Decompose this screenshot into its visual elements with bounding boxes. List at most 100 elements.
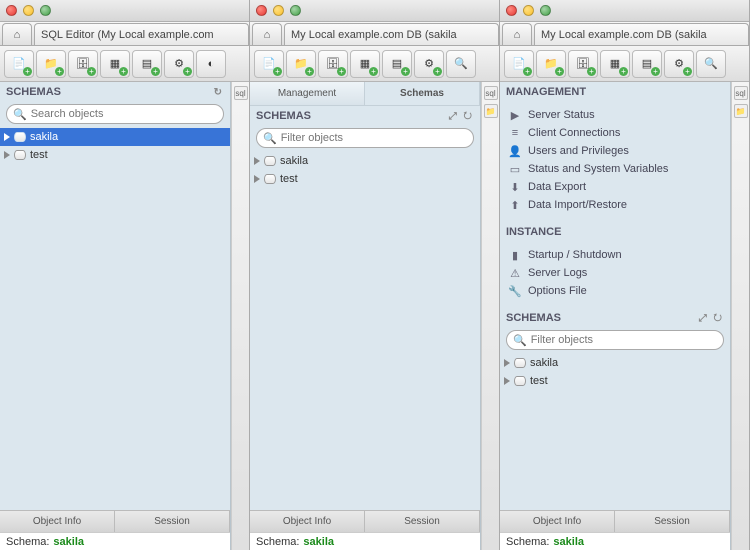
search-field[interactable]: 🔍 — [256, 128, 474, 148]
bottom-tabs: Object Info Session — [0, 510, 230, 532]
home-tab[interactable]: ⌂ — [502, 23, 532, 45]
new-schema-button[interactable]: 🗄+ — [68, 50, 98, 78]
schema-item[interactable]: test — [250, 170, 480, 188]
new-file-button[interactable]: 📄+ — [4, 50, 34, 78]
document-tab[interactable]: SQL Editor (My Local example.com — [34, 23, 249, 45]
folder-panel-icon[interactable]: 📁 — [484, 104, 498, 118]
search-button[interactable]: 🔍 — [446, 50, 476, 78]
right-strip: sql 📁 — [731, 82, 749, 550]
minimize-icon[interactable] — [273, 5, 284, 16]
document-tab[interactable]: My Local example.com DB (sakila — [284, 23, 499, 45]
search-input[interactable] — [531, 334, 717, 346]
management-tab[interactable]: Management — [250, 82, 365, 105]
section-controls[interactable]: ⤢ ↻ — [449, 111, 474, 122]
warning-icon: ⚠ — [508, 266, 522, 280]
new-view-button[interactable]: ▤+ — [132, 50, 162, 78]
session-tab[interactable]: Session — [115, 511, 230, 532]
disclosure-icon[interactable] — [504, 377, 510, 385]
session-tab[interactable]: Session — [365, 511, 480, 532]
schemas-tab[interactable]: Schemas — [365, 82, 480, 105]
schema-item[interactable]: test — [0, 146, 230, 164]
schema-tree: sakila test — [250, 152, 480, 510]
object-info-tab[interactable]: Object Info — [0, 511, 115, 532]
startup-shutdown-item[interactable]: ▮Startup / Shutdown — [504, 246, 726, 264]
server-status-item[interactable]: ▶Server Status — [504, 106, 726, 124]
zoom-icon[interactable] — [540, 5, 551, 16]
search-input[interactable] — [281, 132, 467, 144]
new-file-button[interactable]: 📄+ — [254, 50, 284, 78]
database-icon — [514, 376, 526, 386]
new-table-button[interactable]: ▦+ — [350, 50, 380, 78]
new-schema-button[interactable]: 🗄+ — [318, 50, 348, 78]
schema-item[interactable]: test — [500, 372, 730, 390]
new-table-button[interactable]: ▦+ — [100, 50, 130, 78]
new-routine-button[interactable]: ⚙+ — [414, 50, 444, 78]
new-routine-button[interactable]: ⚙+ — [164, 50, 194, 78]
close-icon[interactable] — [256, 5, 267, 16]
users-privileges-item[interactable]: 👤Users and Privileges — [504, 142, 726, 160]
status-variables-item[interactable]: ▭Status and System Variables — [504, 160, 726, 178]
plus-icon: + — [369, 67, 378, 76]
data-import-item[interactable]: ⬆Data Import/Restore — [504, 196, 726, 214]
home-tab[interactable]: ⌂ — [2, 23, 32, 45]
server-logs-item[interactable]: ⚠Server Logs — [504, 264, 726, 282]
schema-item[interactable]: sakila — [500, 354, 730, 372]
zoom-icon[interactable] — [40, 5, 51, 16]
minimize-icon[interactable] — [23, 5, 34, 16]
options-file-item[interactable]: 🔧Options File — [504, 282, 726, 300]
data-export-item[interactable]: ⬇Data Export — [504, 178, 726, 196]
open-file-button[interactable]: 📁+ — [536, 50, 566, 78]
status-value: sakila — [53, 536, 84, 548]
plus-icon: + — [305, 67, 314, 76]
object-info-tab[interactable]: Object Info — [250, 511, 365, 532]
minimize-icon[interactable] — [523, 5, 534, 16]
refresh-icon[interactable]: ↻ — [214, 87, 224, 98]
home-tab[interactable]: ⌂ — [252, 23, 282, 45]
item-label: Startup / Shutdown — [528, 249, 622, 261]
disclosure-icon[interactable] — [4, 151, 10, 159]
search-field[interactable]: 🔍 — [6, 104, 224, 124]
status-value: sakila — [553, 536, 584, 548]
disclosure-icon[interactable] — [504, 359, 510, 367]
open-file-button[interactable]: 📁+ — [286, 50, 316, 78]
sql-panel-icon[interactable]: sql — [234, 86, 248, 100]
client-connections-item[interactable]: ≡Client Connections — [504, 124, 726, 142]
plus-icon: + — [587, 67, 596, 76]
search-input[interactable] — [31, 108, 217, 120]
new-view-button[interactable]: ▤+ — [632, 50, 662, 78]
new-table-button[interactable]: ▦+ — [600, 50, 630, 78]
search-icon: 🔍 — [263, 132, 277, 145]
tab-row: ⌂ My Local example.com DB (sakila — [250, 22, 499, 46]
status-value: sakila — [303, 536, 334, 548]
search-field[interactable]: 🔍 — [506, 330, 724, 350]
document-tab[interactable]: My Local example.com DB (sakila — [534, 23, 749, 45]
titlebar — [500, 0, 749, 22]
open-file-button[interactable]: 📁+ — [36, 50, 66, 78]
new-routine-button[interactable]: ⚙+ — [664, 50, 694, 78]
zoom-icon[interactable] — [290, 5, 301, 16]
misc-button[interactable]: ◐ — [196, 50, 226, 78]
folder-panel-icon[interactable]: 📁 — [734, 104, 748, 118]
object-info-tab[interactable]: Object Info — [500, 511, 615, 532]
titlebar — [0, 0, 249, 22]
close-icon[interactable] — [506, 5, 517, 16]
disclosure-icon[interactable] — [254, 157, 260, 165]
schema-item[interactable]: sakila — [250, 152, 480, 170]
sql-panel-icon[interactable]: sql — [484, 86, 498, 100]
window-3: ⌂ My Local example.com DB (sakila 📄+ 📁+ … — [500, 0, 750, 550]
export-icon: ⬇ — [508, 180, 522, 194]
disclosure-icon[interactable] — [4, 133, 10, 141]
import-icon: ⬆ — [508, 198, 522, 212]
schema-item[interactable]: sakila — [0, 128, 230, 146]
close-icon[interactable] — [6, 5, 17, 16]
session-tab[interactable]: Session — [615, 511, 730, 532]
search-button[interactable]: 🔍 — [696, 50, 726, 78]
sql-panel-icon[interactable]: sql — [734, 86, 748, 100]
status-bar: Schema: sakila — [250, 532, 480, 550]
section-controls[interactable]: ⤢ ↻ — [699, 313, 724, 324]
new-schema-button[interactable]: 🗄+ — [568, 50, 598, 78]
bottom-tabs: Object Info Session — [500, 510, 730, 532]
disclosure-icon[interactable] — [254, 175, 260, 183]
new-file-button[interactable]: 📄+ — [504, 50, 534, 78]
new-view-button[interactable]: ▤+ — [382, 50, 412, 78]
